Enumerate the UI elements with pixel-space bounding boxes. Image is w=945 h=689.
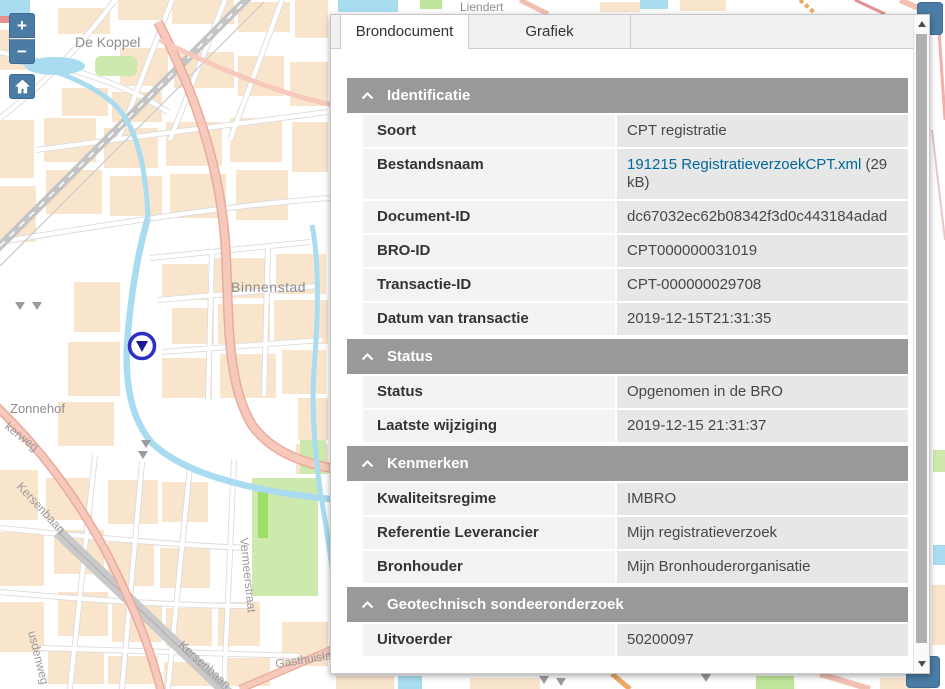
row-value: CPT000000031019 <box>617 235 908 267</box>
chevron-up-icon <box>361 92 374 100</box>
section-geotechnisch-sondeeronderzoek: Geotechnisch sondeeronderzoek Uitvoerder… <box>347 587 908 656</box>
table-row: Status Opgenomen in de BRO <box>363 376 908 408</box>
section-title: Identificatie <box>387 87 470 104</box>
row-label: Transactie-ID <box>363 269 615 301</box>
table-row: Laatste wijziging 2019-12-15 21:31:37 <box>363 410 908 442</box>
selected-cpt-marker[interactable] <box>130 334 155 359</box>
zoom-in-button[interactable]: + <box>9 13 35 38</box>
row-label: Bronhouder <box>363 551 615 583</box>
table-row: Datum van transactie 2019-12-15T21:31:35 <box>363 303 908 335</box>
section-kenmerken: Kenmerken Kwaliteitsregime IMBRO Referen… <box>347 446 908 583</box>
triangle-down-icon <box>918 661 926 667</box>
area-label-binnenstad: Binnenstad <box>231 279 306 295</box>
table-row: Uitvoerder 50200097 <box>363 624 908 656</box>
home-icon <box>14 79 31 94</box>
triangle-up-icon <box>918 21 926 27</box>
bro-viewer-app: De Koppel Liendert Binnenstad Zonnehof k… <box>0 0 945 689</box>
row-label: Document-ID <box>363 201 615 233</box>
chevron-up-icon <box>361 353 374 361</box>
row-value: CPT-000000029708 <box>617 269 908 301</box>
scroll-down-button[interactable] <box>914 656 929 672</box>
row-label: Soort <box>363 115 615 147</box>
section-status: Status Status Opgenomen in de BRO Laatst… <box>347 339 908 442</box>
scroll-up-button[interactable] <box>914 16 929 32</box>
row-value: CPT registratie <box>617 115 908 147</box>
table-row: BRO-ID CPT000000031019 <box>363 235 908 267</box>
detail-panel: Brondocument Grafiek Identificatie Soort… <box>330 14 930 674</box>
row-label: BRO-ID <box>363 235 615 267</box>
row-value: dc67032ec62b08342f3d0c443184adad <box>617 201 908 233</box>
row-label: Status <box>363 376 615 408</box>
row-label: Laatste wijziging <box>363 410 615 442</box>
table-row: Soort CPT registratie <box>363 115 908 147</box>
row-label: Uitvoerder <box>363 624 615 656</box>
home-button[interactable] <box>9 74 35 99</box>
section-header-geotechnisch[interactable]: Geotechnisch sondeeronderzoek <box>347 587 908 622</box>
section-header-kenmerken[interactable]: Kenmerken <box>347 446 908 481</box>
row-value: 2019-12-15T21:31:35 <box>617 303 908 335</box>
section-title: Kenmerken <box>387 455 469 472</box>
row-value: 191215 RegistratieverzoekCPT.xml (29 kB) <box>617 149 908 199</box>
section-header-status[interactable]: Status <box>347 339 908 374</box>
panel-content: Identificatie Soort CPT registratie Best… <box>331 49 929 656</box>
section-header-identificatie[interactable]: Identificatie <box>347 78 908 113</box>
row-value: Mijn Bronhouderorganisatie <box>617 551 908 583</box>
row-label: Referentie Leverancier <box>363 517 615 549</box>
row-label: Datum van transactie <box>363 303 615 335</box>
table-row: Kwaliteitsregime IMBRO <box>363 483 908 515</box>
table-row: Referentie Leverancier Mijn registratiev… <box>363 517 908 549</box>
row-label: Bestandsnaam <box>363 149 615 199</box>
row-value: IMBRO <box>617 483 908 515</box>
row-value: Opgenomen in de BRO <box>617 376 908 408</box>
file-download-link[interactable]: 191215 RegistratieverzoekCPT.xml <box>627 156 861 173</box>
section-identificatie: Identificatie Soort CPT registratie Best… <box>347 78 908 335</box>
table-row: Bronhouder Mijn Bronhouderorganisatie <box>363 551 908 583</box>
row-label: Kwaliteitsregime <box>363 483 615 515</box>
section-title: Geotechnisch sondeeronderzoek <box>387 596 624 613</box>
tab-bar: Brondocument Grafiek <box>331 15 929 49</box>
row-value: 50200097 <box>617 624 908 656</box>
tab-grafiek[interactable]: Grafiek <box>469 15 631 48</box>
chevron-up-icon <box>361 601 374 609</box>
panel-scrollbar[interactable] <box>913 15 929 673</box>
section-title: Status <box>387 348 433 365</box>
area-label-de-koppel: De Koppel <box>75 34 140 50</box>
area-label-liendert: Liendert <box>460 0 504 14</box>
zoom-out-button[interactable]: − <box>9 39 35 64</box>
row-value: Mijn registratieverzoek <box>617 517 908 549</box>
table-row: Transactie-ID CPT-000000029708 <box>363 269 908 301</box>
tab-brondocument[interactable]: Brondocument <box>340 15 469 49</box>
row-value: 2019-12-15 21:31:37 <box>617 410 908 442</box>
chevron-up-icon <box>361 460 374 468</box>
table-row: Bestandsnaam 191215 RegistratieverzoekCP… <box>363 149 908 199</box>
area-label-zonnehof: Zonnehof <box>10 401 65 416</box>
table-row: Document-ID dc67032ec62b08342f3d0c443184… <box>363 201 908 233</box>
scrollbar-thumb[interactable] <box>916 34 927 643</box>
